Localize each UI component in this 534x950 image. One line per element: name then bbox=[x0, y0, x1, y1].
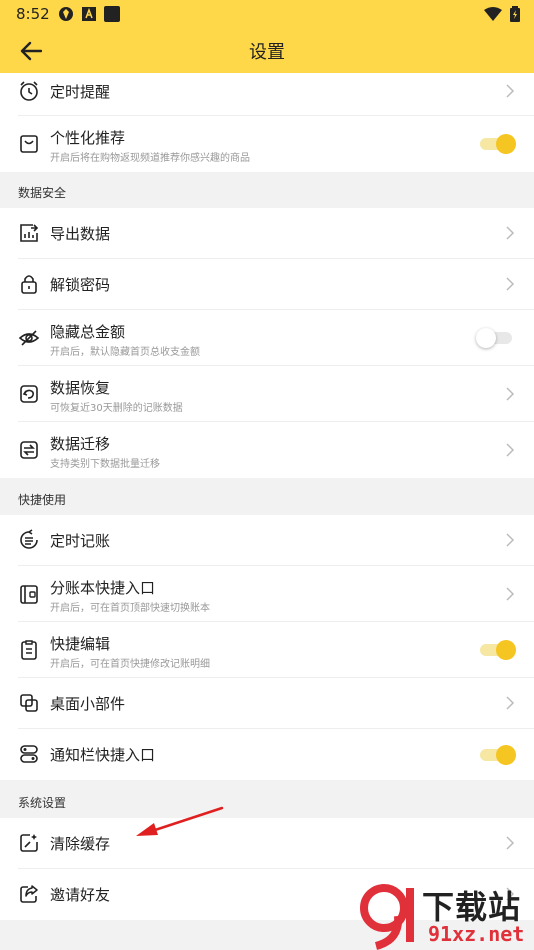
settings-item-data-migrate[interactable]: 数据迁移 支持类别下数据批量迁移 bbox=[0, 422, 534, 478]
chevron-right-icon bbox=[506, 587, 515, 601]
clear-cache-icon bbox=[20, 834, 38, 852]
settings-item-label: 隐藏总金额 bbox=[50, 323, 126, 341]
bag-icon bbox=[20, 135, 38, 153]
settings-item-ledger-shortcut[interactable]: 分账本快捷入口 开启后，可在首页顶部快速切换账本 bbox=[0, 566, 534, 622]
page-title: 设置 bbox=[249, 42, 285, 63]
settings-item-label: 解锁密码 bbox=[50, 276, 111, 294]
settings-item-subtitle: 可恢复近30天删除的记账数据 bbox=[50, 403, 183, 414]
chevron-right-icon bbox=[506, 533, 515, 547]
migrate-icon bbox=[20, 441, 38, 459]
settings-item-label: 个性化推荐 bbox=[50, 129, 126, 147]
settings-item-subtitle: 开启后，可在首页顶部快速切换账本 bbox=[50, 603, 210, 614]
watermark: 下载站 91xz.net bbox=[354, 880, 534, 950]
settings-item-notification-shortcut: 通知栏快捷入口 bbox=[0, 729, 534, 780]
settings-item-label: 分账本快捷入口 bbox=[50, 579, 156, 597]
settings-item-unlock-password[interactable]: 解锁密码 bbox=[0, 259, 534, 310]
square-notification-icon bbox=[104, 6, 120, 22]
restore-icon bbox=[20, 385, 38, 403]
settings-item-label: 邀请好友 bbox=[50, 886, 111, 904]
settings-item-subtitle: 支持类别下数据批量迁移 bbox=[50, 459, 160, 470]
app-notification-icon bbox=[59, 7, 73, 21]
hide-total-toggle[interactable] bbox=[476, 328, 516, 348]
settings-item-subtitle: 开启后将在购物返现频道推荐你感兴趣的商品 bbox=[50, 153, 250, 164]
watermark-text-url: 91xz.net bbox=[428, 922, 525, 946]
status-notification-icons bbox=[58, 6, 120, 22]
settings-item-scheduled-bookkeeping[interactable]: 定时记账 bbox=[0, 515, 534, 566]
status-bar: 8:52 bbox=[0, 0, 534, 28]
settings-item-label: 数据迁移 bbox=[50, 435, 111, 453]
ledger-icon bbox=[20, 585, 38, 604]
lock-icon bbox=[21, 275, 37, 294]
settings-item-label: 定时提醒 bbox=[50, 83, 111, 101]
chevron-right-icon bbox=[506, 226, 515, 240]
settings-item-export[interactable]: 导出数据 bbox=[0, 208, 534, 259]
edit-list-icon bbox=[21, 640, 37, 660]
eye-off-icon bbox=[18, 330, 40, 346]
settings-item-label: 通知栏快捷入口 bbox=[50, 746, 156, 764]
settings-item-label: 导出数据 bbox=[50, 225, 111, 243]
settings-item-quick-edit: 快捷编辑 开启后，可在首页快捷修改记账明细 bbox=[0, 622, 534, 678]
status-system-icons bbox=[484, 6, 520, 22]
watermark-logo bbox=[360, 884, 414, 950]
chevron-right-icon bbox=[506, 443, 515, 457]
settings-item-personalized: 个性化推荐 开启后将在购物返现频道推荐你感兴趣的商品 bbox=[0, 116, 534, 172]
app-bar: 设置 bbox=[0, 28, 534, 73]
settings-item-data-restore[interactable]: 数据恢复 可恢复近30天删除的记账数据 bbox=[0, 366, 534, 422]
chevron-right-icon bbox=[506, 277, 515, 291]
settings-item-label: 数据恢复 bbox=[50, 379, 111, 397]
battery-icon bbox=[510, 6, 520, 22]
quick-edit-toggle[interactable] bbox=[476, 640, 516, 660]
clock-icon bbox=[20, 81, 38, 101]
share-icon bbox=[20, 885, 38, 903]
settings-item-label: 快捷编辑 bbox=[50, 635, 111, 653]
a-notification-icon bbox=[82, 7, 96, 21]
settings-item-reminder[interactable]: 定时提醒 bbox=[0, 73, 534, 116]
status-time: 8:52 bbox=[16, 5, 50, 23]
annotation-arrow bbox=[136, 806, 224, 836]
chevron-right-icon bbox=[506, 84, 515, 98]
widget-icon bbox=[20, 694, 38, 712]
section-header-system: 系统设置 bbox=[18, 796, 67, 810]
settings-item-subtitle: 开启后，可在首页快捷修改记账明细 bbox=[50, 659, 210, 670]
schedule-icon bbox=[20, 529, 38, 549]
chevron-right-icon bbox=[506, 696, 515, 710]
settings-item-label: 桌面小部件 bbox=[50, 695, 126, 713]
settings-item-clear-cache[interactable]: 清除缓存 bbox=[0, 818, 534, 869]
settings-item-subtitle: 开启后，默认隐藏首页总收支金额 bbox=[50, 347, 200, 358]
notification-shortcut-toggle[interactable] bbox=[476, 745, 516, 765]
chevron-right-icon bbox=[506, 387, 515, 401]
settings-item-desktop-widget[interactable]: 桌面小部件 bbox=[0, 678, 534, 729]
section-header-quick-use: 快捷使用 bbox=[18, 493, 67, 507]
section-header-data-security: 数据安全 bbox=[18, 186, 67, 200]
settings-item-hide-total: 隐藏总金额 开启后，默认隐藏首页总收支金额 bbox=[0, 310, 534, 366]
export-icon bbox=[20, 224, 39, 242]
chevron-right-icon bbox=[506, 836, 515, 850]
personalized-toggle[interactable] bbox=[476, 134, 516, 154]
settings-item-label: 清除缓存 bbox=[50, 835, 111, 853]
settings-item-label: 定时记账 bbox=[50, 532, 111, 550]
wifi-icon bbox=[484, 7, 502, 21]
notification-icon bbox=[20, 745, 38, 763]
